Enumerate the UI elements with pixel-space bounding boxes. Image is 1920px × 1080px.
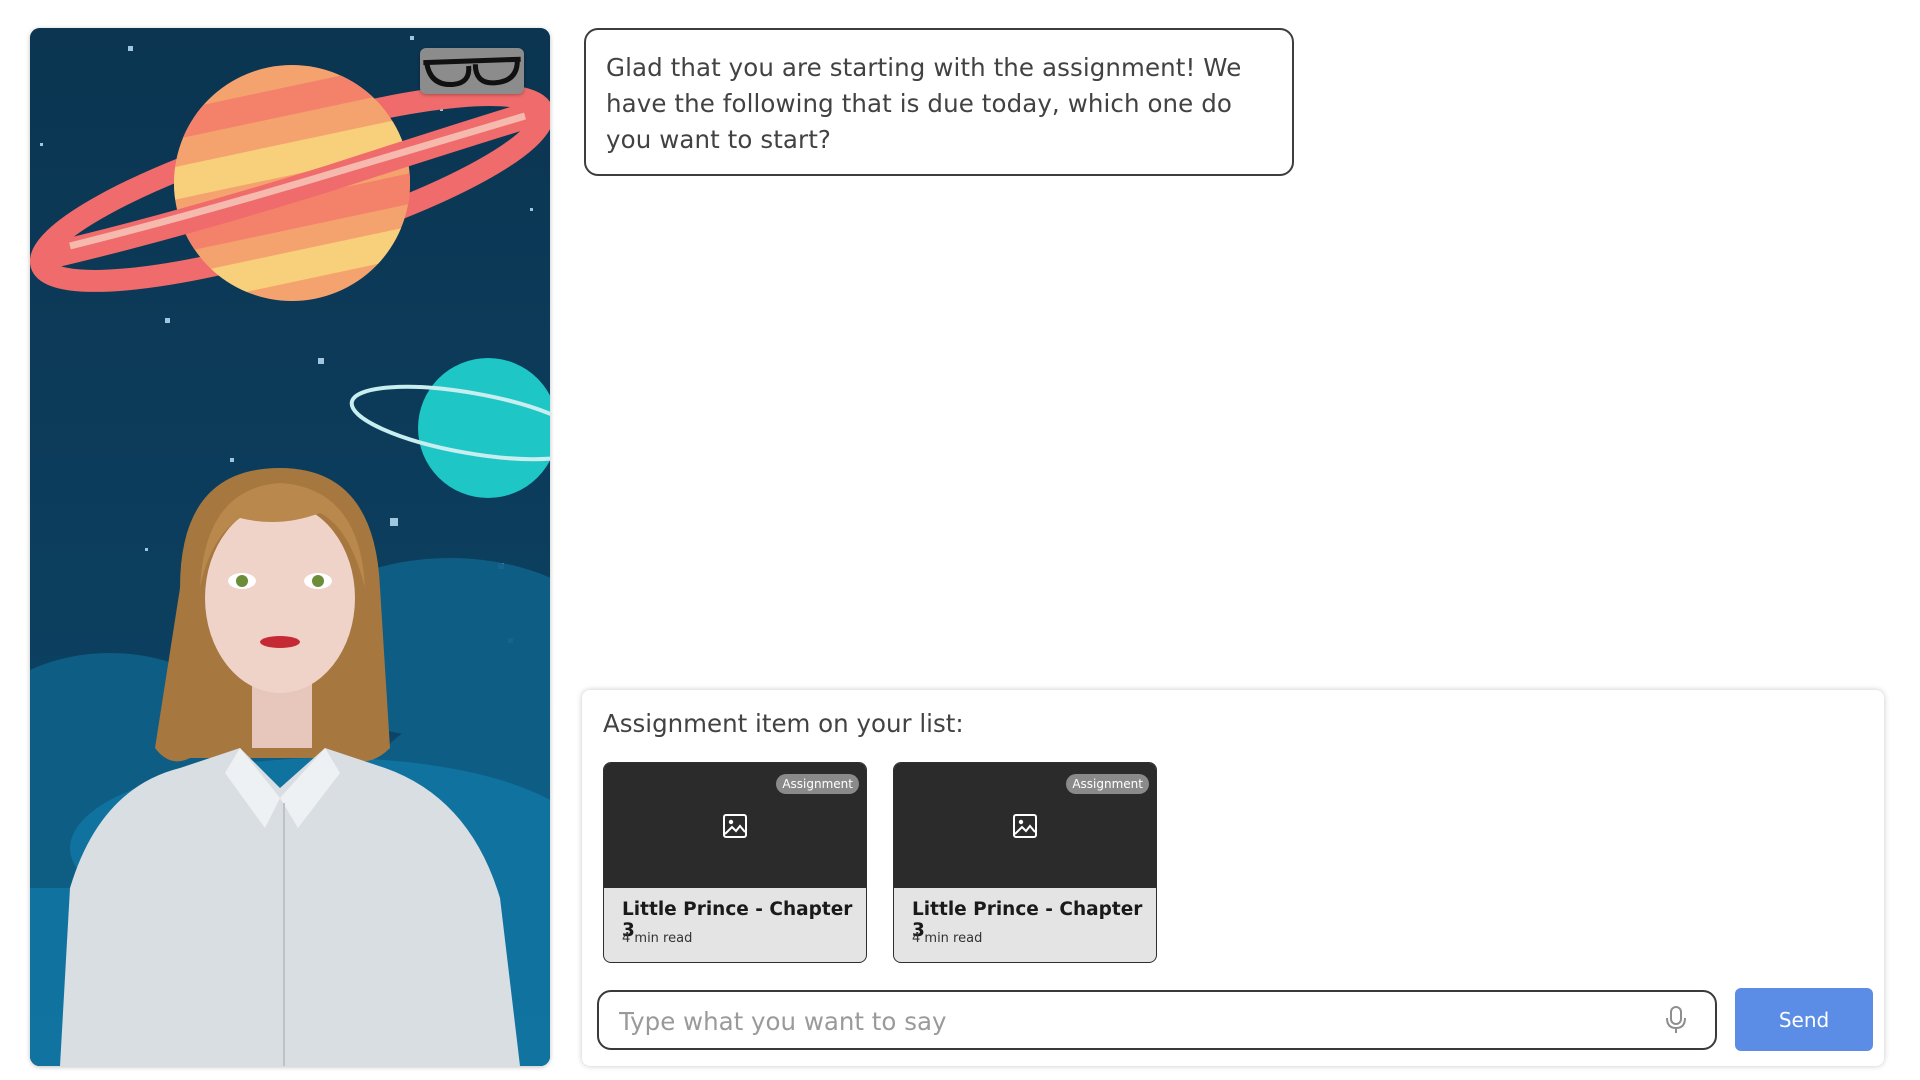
microphone-icon bbox=[1666, 1006, 1686, 1033]
assignment-card-list: Assignment Little Prince - Chapter 3 4 m… bbox=[603, 762, 1157, 963]
message-input-box bbox=[597, 990, 1717, 1050]
image-icon bbox=[723, 813, 747, 838]
card-read-time: 4 min read bbox=[912, 931, 983, 946]
card-thumbnail: Assignment bbox=[894, 763, 1156, 888]
message-input[interactable] bbox=[617, 992, 1661, 1050]
assignment-heading: Assignment item on your list: bbox=[603, 709, 964, 738]
image-icon bbox=[1013, 813, 1037, 838]
glasses-toggle-button[interactable] bbox=[420, 48, 524, 94]
assignment-card[interactable]: Assignment Little Prince - Chapter 3 4 m… bbox=[893, 762, 1157, 963]
assignment-badge: Assignment bbox=[776, 774, 859, 794]
card-read-time: 4 min read bbox=[622, 931, 693, 946]
avatar-scene bbox=[30, 28, 550, 1066]
assistant-message: Glad that you are starting with the assi… bbox=[584, 28, 1294, 176]
assignment-panel: Assignment item on your list: Assignment… bbox=[582, 690, 1884, 1066]
send-button[interactable]: Send bbox=[1735, 988, 1873, 1051]
card-thumbnail: Assignment bbox=[604, 763, 866, 888]
glasses-icon bbox=[423, 56, 521, 87]
microphone-button[interactable] bbox=[1661, 1005, 1691, 1035]
avatar-panel bbox=[30, 28, 550, 1066]
assignment-badge: Assignment bbox=[1066, 774, 1149, 794]
assignment-card[interactable]: Assignment Little Prince - Chapter 3 4 m… bbox=[603, 762, 867, 963]
